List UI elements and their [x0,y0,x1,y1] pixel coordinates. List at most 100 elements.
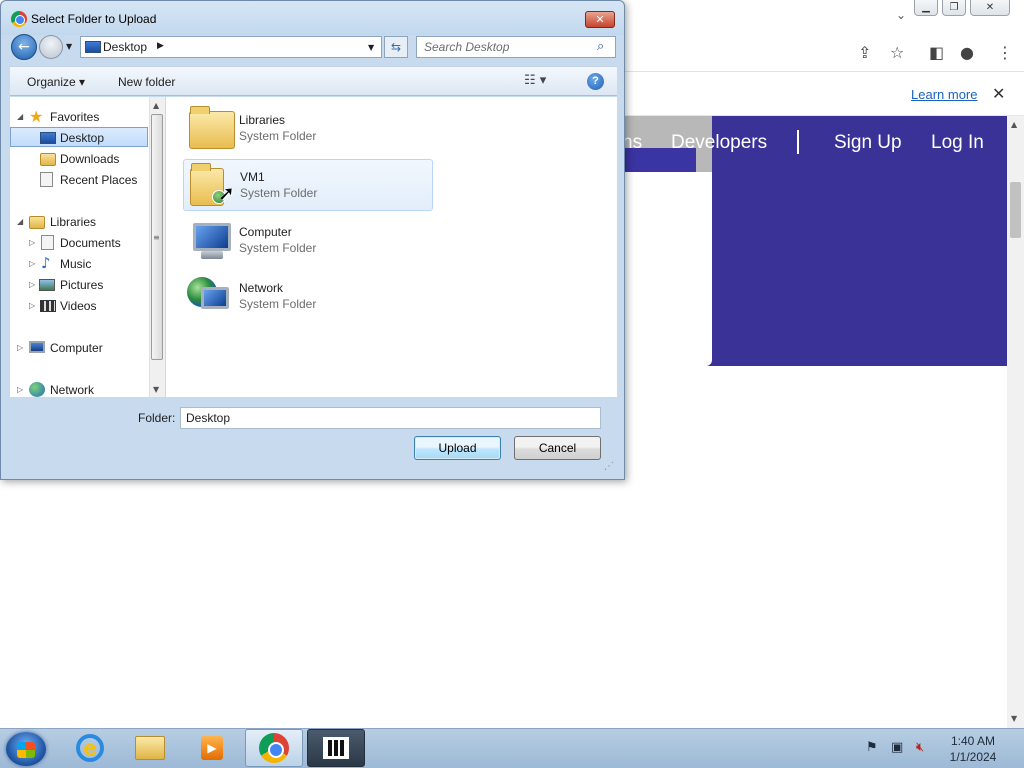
expand-arrow-icon[interactable]: ▷ [29,259,35,268]
sidepanel-icon[interactable]: ◧ [929,43,944,62]
chrome-app-icon [11,11,27,27]
taskbar-chrome[interactable] [245,729,303,767]
expand-arrow-icon[interactable]: ▷ [17,343,23,352]
item-type: System Folder [240,186,318,200]
list-item-libraries[interactable]: Libraries System Folder [183,103,433,155]
recent-locations-chevron-icon[interactable]: ▼ [66,42,72,51]
taskbar-media-player[interactable]: ▶ [183,729,241,767]
refresh-button[interactable]: ⇆ [384,36,408,58]
upload-button[interactable]: Upload [414,436,501,460]
resize-grip-icon[interactable]: ⋰ [604,461,614,472]
search-icon[interactable]: ⌕ [597,39,604,54]
clock-time: 1:40 AM [950,734,996,748]
tree-label: Music [60,257,92,271]
expand-arrow-icon[interactable]: ▷ [29,238,35,247]
page-scrollbar-thumb[interactable] [1010,182,1021,238]
pictures-icon [39,279,55,291]
taskbar-video-app[interactable] [307,729,365,767]
tree-item-documents[interactable]: ▷ Documents [27,233,147,253]
action-center-flag-icon[interactable]: ⚑ [866,740,878,755]
item-type: System Folder [239,129,317,143]
scroll-grip-icon: ≡ [153,233,160,242]
folder-field[interactable] [180,407,601,429]
star-icon[interactable]: ☆ [890,43,904,62]
change-view-icon[interactable]: ☷ ▾ [524,73,546,88]
tree-item-downloads[interactable]: Downloads [10,149,148,169]
tree-item-favorites[interactable]: ◢ ★ Favorites [15,107,145,127]
list-item-computer[interactable]: Computer System Folder [183,215,433,267]
collapse-arrow-icon[interactable]: ◢ [17,217,23,226]
volume-muted-icon[interactable]: 🔇︎ [916,740,924,755]
restore-button[interactable]: ❐ [942,0,966,16]
item-name: Libraries [239,113,286,127]
mouse-cursor-icon: ➚ [218,181,235,205]
list-item-network[interactable]: Network System Folder [183,271,433,323]
expand-arrow-icon[interactable]: ▷ [29,280,35,289]
system-clock[interactable]: 1:40 AM 1/1/2024 [938,733,1008,765]
tab-search-chevron-icon[interactable]: ⌄ [896,8,906,22]
close-icon[interactable]: ✕ [992,84,1005,103]
item-type: System Folder [239,297,317,311]
help-icon[interactable]: ? [587,73,604,90]
scroll-down-arrow-icon[interactable]: ▼ [1011,714,1017,723]
desktop-icon [85,41,101,53]
tree-item-desktop[interactable]: Desktop [10,127,148,147]
music-icon: ♪ [41,254,51,272]
nav-divider [797,130,799,154]
libraries-folder-icon [187,106,235,151]
star-icon: ★ [29,107,44,126]
nav-link-log-in[interactable]: Log In [931,132,984,154]
dialog-close-button[interactable]: ✕ [585,11,615,28]
tree-item-recent-places[interactable]: Recent Places [10,170,148,190]
tree-label: Libraries [50,215,97,229]
expand-arrow-icon[interactable]: ▷ [29,301,35,310]
tree-item-pictures[interactable]: ▷ Pictures [27,275,147,295]
minimize-button[interactable]: ▁ [914,0,938,16]
organize-button[interactable]: Organize ▾ [27,75,85,89]
breadcrumb-arrow-icon[interactable]: ▶ [157,41,164,51]
menu-icon[interactable]: ⋮ [997,43,1013,62]
profile-icon[interactable]: ● [960,43,974,62]
nav-link-partial[interactable]: ns [622,132,642,154]
search-input[interactable]: Search Desktop ⌕ [416,36,616,58]
forward-button[interactable] [39,35,63,59]
learn-more-link[interactable]: Learn more [911,87,977,102]
chrome-icon [259,733,289,763]
nav-link-sign-up[interactable]: Sign Up [834,132,902,154]
tree-label: Documents [60,236,121,250]
network-globe-icon [187,275,235,319]
documents-icon [41,235,54,250]
nav-link-developers[interactable]: Developers [671,132,767,154]
taskbar-internet-explorer[interactable]: e [61,729,119,767]
tree-item-computer[interactable]: ▷ Computer [15,338,145,358]
address-text[interactable]: Desktop [103,40,147,54]
film-strip-icon [323,737,349,759]
nav-scroll-up-icon[interactable]: ▲ [153,101,159,110]
clock-date: 1/1/2024 [949,750,997,764]
tree-item-libraries[interactable]: ◢ Libraries [15,212,145,232]
share-icon[interactable]: ⇪ [858,43,871,62]
tree-item-music[interactable]: ▷ ♪ Music [27,254,147,274]
back-button[interactable]: ← [11,34,37,60]
network-icon [29,382,45,397]
collapse-arrow-icon[interactable]: ◢ [17,112,23,121]
expand-arrow-icon[interactable]: ▷ [17,385,23,394]
network-tray-icon[interactable]: ▣ [891,740,903,755]
address-dropdown-icon[interactable]: ▼ [368,43,374,52]
site-card [624,172,712,366]
cancel-button[interactable]: Cancel [514,436,601,460]
taskbar-file-explorer[interactable] [121,729,179,767]
libraries-icon [29,216,45,229]
window-controls: ▁ ❐ ✕ [914,0,1010,16]
tree-item-network[interactable]: ▷ Network [15,380,145,400]
nav-scroll-down-icon[interactable]: ▼ [153,385,159,394]
tree-label: Computer [50,341,103,355]
item-type: System Folder [239,241,317,255]
address-bar[interactable]: Desktop ▶ ▼ [80,36,382,58]
scroll-up-arrow-icon[interactable]: ▲ [1011,120,1017,129]
close-window-button[interactable]: ✕ [970,0,1010,16]
tree-item-videos[interactable]: ▷ Videos [27,296,147,316]
search-placeholder: Search Desktop [424,40,510,54]
new-folder-button[interactable]: New folder [118,75,175,89]
downloads-folder-icon [40,153,56,166]
